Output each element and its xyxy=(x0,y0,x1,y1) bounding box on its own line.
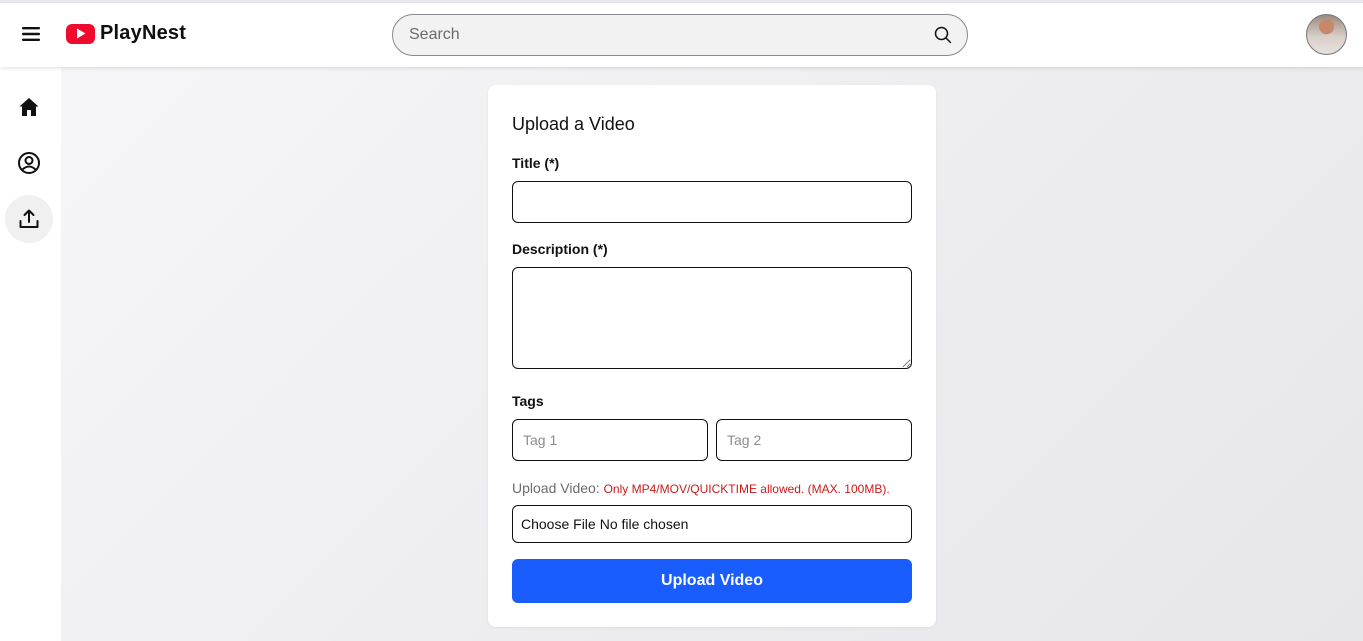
file-status-text: No file chosen xyxy=(599,516,689,532)
upload-icon xyxy=(19,209,39,228)
user-circle-icon xyxy=(18,152,40,174)
file-input[interactable]: Choose File No file chosen xyxy=(512,505,912,543)
app-logo[interactable]: PlayNest xyxy=(66,22,186,45)
tag-2-input[interactable] xyxy=(716,419,912,461)
sidebar-item-upload[interactable] xyxy=(5,195,53,243)
file-restriction-warning: Only MP4/MOV/QUICKTIME allowed. (MAX. 10… xyxy=(603,482,890,496)
home-icon xyxy=(19,98,39,116)
form-title: Upload a Video xyxy=(512,114,635,134)
hamburger-menu-icon xyxy=(22,27,40,41)
upload-video-form: Upload a Video Title (*) Description (*)… xyxy=(488,85,936,627)
choose-file-button[interactable]: Choose File xyxy=(521,516,596,532)
description-textarea[interactable] xyxy=(512,267,912,369)
play-logo-icon xyxy=(66,23,95,44)
sidebar xyxy=(0,67,61,641)
app-name: PlayNest xyxy=(100,22,187,44)
sidebar-item-home[interactable] xyxy=(5,83,53,131)
upload-video-note: Upload Video: Only MP4/MOV/QUICKTIME all… xyxy=(512,480,890,496)
search-icon xyxy=(934,26,952,44)
main-content: Upload a Video Title (*) Description (*)… xyxy=(61,67,1363,641)
menu-button[interactable] xyxy=(16,19,46,49)
tag-1-input[interactable] xyxy=(512,419,708,461)
title-input[interactable] xyxy=(512,181,912,223)
search-bar xyxy=(392,14,968,56)
top-header: PlayNest xyxy=(0,3,1363,67)
upload-video-button[interactable]: Upload Video xyxy=(512,559,912,603)
upload-video-label: Upload Video: xyxy=(512,480,600,496)
description-label: Description (*) xyxy=(512,241,608,257)
user-avatar[interactable] xyxy=(1306,14,1347,55)
title-label: Title (*) xyxy=(512,155,560,171)
sidebar-item-profile[interactable] xyxy=(5,139,53,187)
search-input[interactable] xyxy=(409,26,931,44)
search-button[interactable] xyxy=(931,23,955,47)
tags-label: Tags xyxy=(512,393,544,409)
